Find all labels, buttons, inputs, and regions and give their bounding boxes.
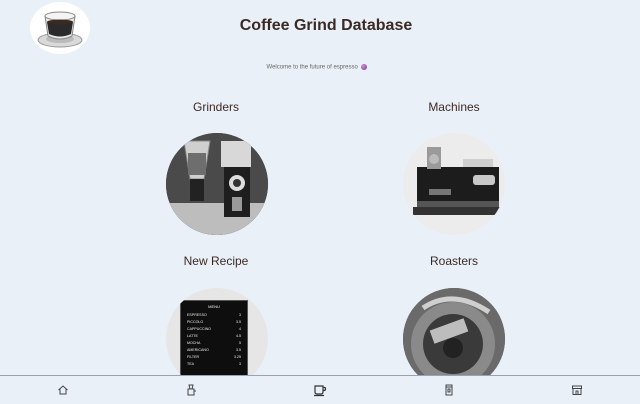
menu-item-price: 5	[239, 341, 241, 345]
machines-card[interactable]	[403, 133, 505, 235]
menu-row: FILTER 3.25	[181, 354, 247, 361]
menu-row: ESPRESSO 3	[181, 312, 247, 319]
globe-emoji-icon	[361, 64, 368, 70]
menu-title: MENU	[208, 304, 220, 309]
nav-roasters-button[interactable]	[569, 382, 585, 398]
menu-item-name: PICCOLO	[187, 320, 204, 324]
nav-machines-button[interactable]	[441, 382, 457, 398]
menu-item-price: 4	[239, 327, 241, 331]
menu-item-name: CAPPUCCINO	[187, 327, 211, 331]
section-title-new-recipe: New Recipe	[183, 254, 249, 268]
menu-row: CAPPUCCINO 4	[181, 326, 247, 333]
store-icon	[572, 385, 582, 395]
menu-row: MOCHA 5	[181, 340, 247, 347]
grinder-icon	[187, 384, 196, 396]
page-subtitle: Welcome to the future of espresso	[0, 64, 634, 71]
nav-grinders-button[interactable]	[183, 382, 199, 398]
menu-item-name: LATTE	[187, 334, 198, 338]
menu-row: PICCOLO 3.5	[181, 319, 247, 326]
menu-item-name: AMERICANO	[187, 348, 209, 352]
section-title-grinders: Grinders	[192, 100, 239, 114]
menu-item-name: ESPRESSO	[187, 313, 207, 317]
menu-item-price: 3.5	[236, 320, 241, 324]
home-icon	[58, 385, 68, 395]
machines-photo	[403, 133, 505, 235]
menu-item-name: FILTER	[187, 355, 200, 359]
menu-item-price: 3	[239, 362, 241, 366]
menu-item-price: 4.5	[236, 334, 241, 338]
menu-list: ESPRESSO 3 PICCOLO 3.5 CAPPUCCINO 4 LATTE 4.5 MO…	[181, 312, 247, 368]
section-title-roasters: Roasters	[429, 254, 479, 268]
menu-item-name: MOCHA	[187, 341, 201, 345]
menu-row: TEA 3	[181, 361, 247, 368]
page-title: Coffee Grind Database	[239, 17, 413, 34]
bottom-navigation	[0, 375, 640, 404]
menu-row: AMERICANO 3.5	[181, 347, 247, 354]
menu-item-name: TEA	[187, 362, 194, 366]
machine-icon	[445, 384, 453, 396]
grinders-card[interactable]	[166, 133, 268, 235]
nav-coffee-button[interactable]	[312, 382, 328, 398]
nav-home-button[interactable]	[55, 382, 71, 398]
menu-item-price: 3.5	[236, 348, 241, 352]
grinders-photo	[166, 133, 268, 235]
coffee-cup-icon	[314, 385, 327, 397]
menu-row: LATTE 4.5	[181, 333, 247, 340]
menu-item-price: 3.25	[234, 355, 241, 359]
section-title-machines: Machines	[428, 100, 480, 114]
menu-item-price: 3	[239, 313, 241, 317]
subtitle-text: Welcome to the future of espresso	[266, 64, 358, 71]
